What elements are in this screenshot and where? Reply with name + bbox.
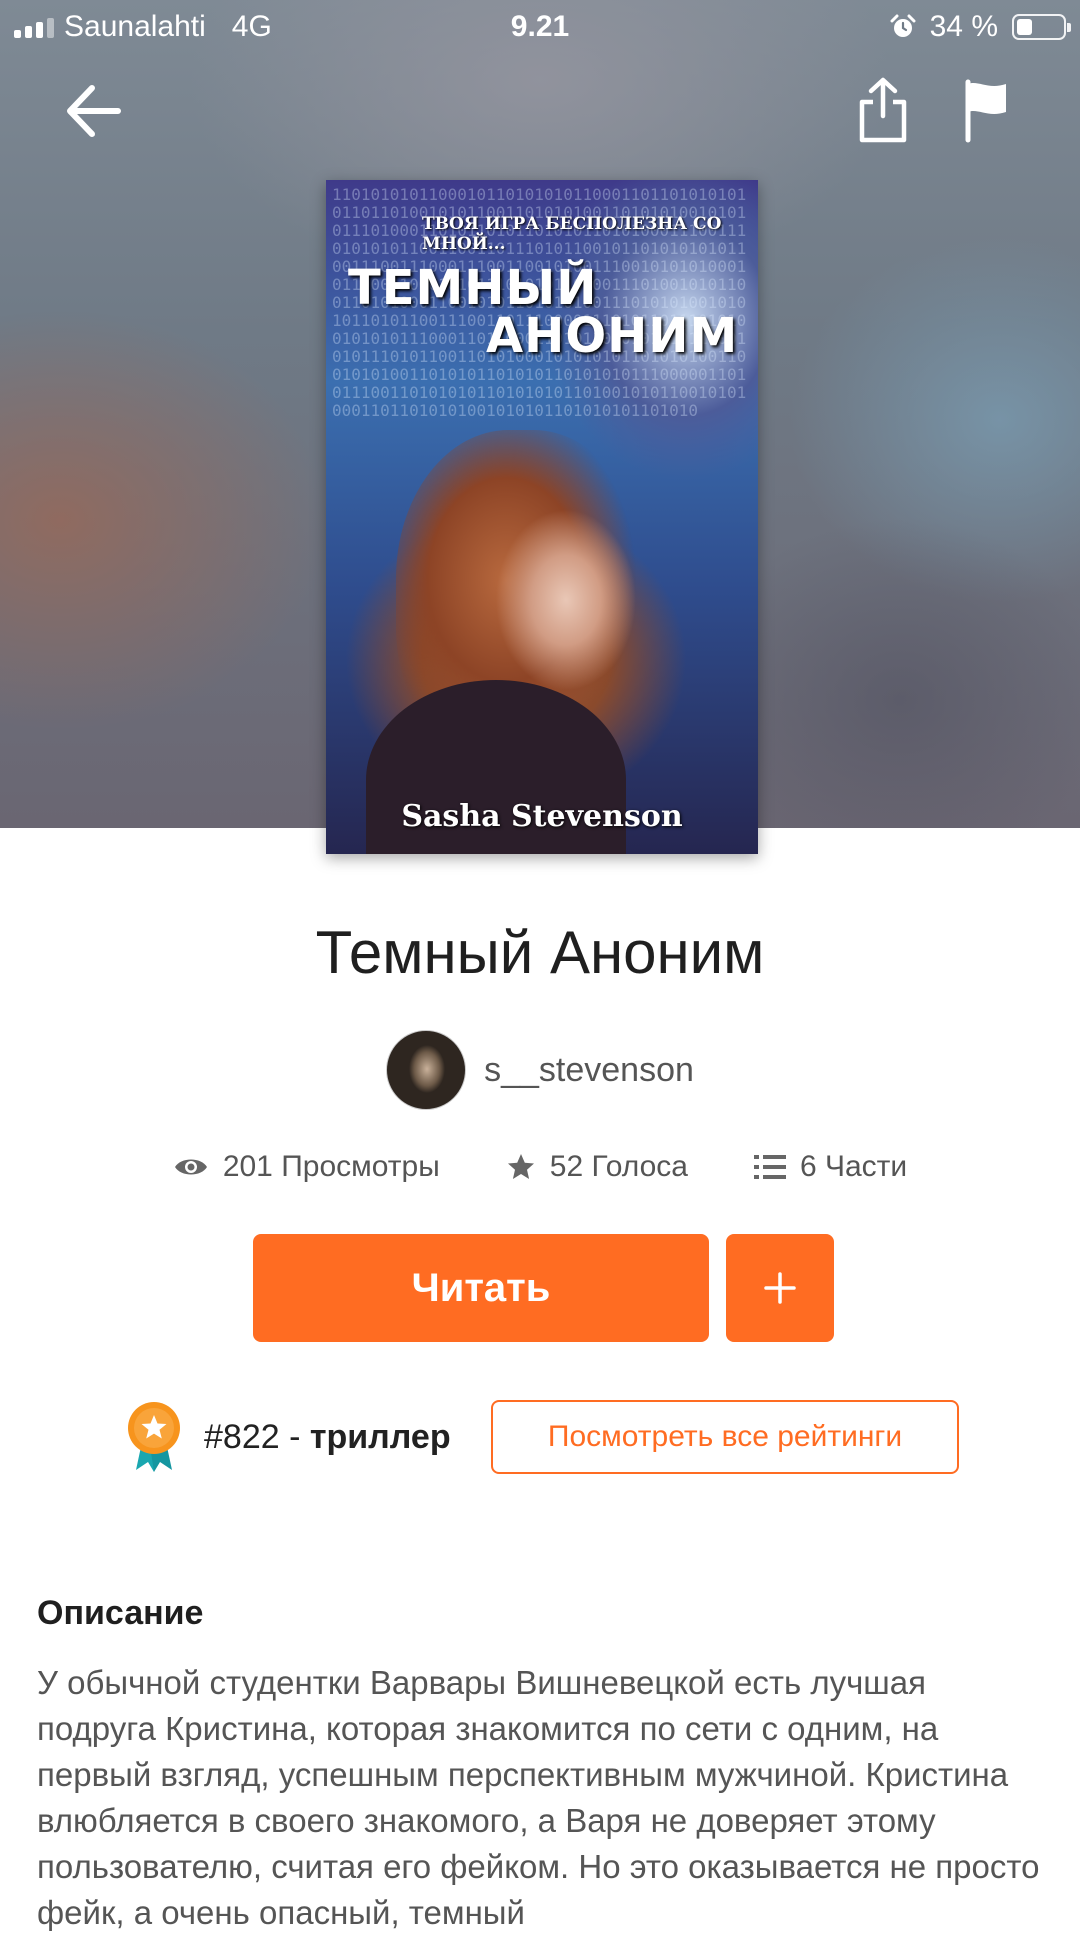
book-cover[interactable]: 1101010101100010110101010110001101101010… bbox=[326, 180, 758, 854]
cover-author: Sasha Stevenson bbox=[401, 799, 683, 834]
back-arrow-icon bbox=[67, 85, 121, 137]
plus-icon bbox=[764, 1272, 796, 1304]
view-all-rankings-button[interactable]: Посмотреть все рейтинги bbox=[491, 1400, 959, 1474]
parts-stat: 6 Части bbox=[753, 1150, 908, 1184]
read-button[interactable]: Читать bbox=[253, 1234, 709, 1342]
rank-genre: триллер bbox=[309, 1417, 451, 1456]
ranking-row: #822 - триллер bbox=[124, 1400, 451, 1474]
back-button[interactable] bbox=[62, 80, 124, 142]
battery-percent: 34 % bbox=[929, 10, 998, 43]
views-stat: 201 Просмотры bbox=[173, 1150, 440, 1184]
parts-count: 6 Части bbox=[799, 1150, 908, 1183]
share-icon bbox=[859, 77, 907, 143]
battery-icon bbox=[1012, 14, 1071, 40]
report-button[interactable] bbox=[962, 78, 1010, 144]
flag-icon bbox=[965, 79, 1006, 143]
alarm-icon bbox=[890, 14, 916, 37]
author-username[interactable]: s__stevenson bbox=[484, 1051, 694, 1090]
status-bar: Saunalahti 4G 9.21 34 % bbox=[0, 0, 1080, 56]
star-icon bbox=[507, 1154, 534, 1179]
description-heading: Описание bbox=[37, 1594, 204, 1632]
ranking-text: #822 - триллер bbox=[204, 1418, 451, 1457]
story-stats: 201 Просмотры 52 Голоса 6 Части bbox=[0, 1150, 1080, 1184]
votes-count: 52 Голоса bbox=[549, 1150, 688, 1183]
add-to-library-button[interactable] bbox=[726, 1234, 834, 1342]
share-button[interactable] bbox=[858, 76, 908, 144]
cover-title-line2: АНОНИМ bbox=[486, 308, 739, 364]
rank-number: #822 - bbox=[204, 1417, 301, 1456]
author-link[interactable]: s__stevenson bbox=[0, 1030, 1080, 1110]
cover-tagline: ТВОЯ ИГРА БЕСПОЛЕЗНА СО МНОЙ... bbox=[422, 214, 722, 254]
story-title: Темный Аноним bbox=[315, 919, 765, 986]
votes-stat: 52 Голоса bbox=[506, 1150, 688, 1184]
eye-icon bbox=[174, 1159, 207, 1175]
list-icon bbox=[753, 1155, 786, 1179]
views-count: 201 Просмотры bbox=[222, 1150, 440, 1183]
ranking-badge-icon bbox=[128, 1402, 180, 1472]
avatar[interactable] bbox=[386, 1030, 467, 1110]
description-text: У обычной студентки Варвары Вишневецкой … bbox=[37, 1664, 1040, 1931]
